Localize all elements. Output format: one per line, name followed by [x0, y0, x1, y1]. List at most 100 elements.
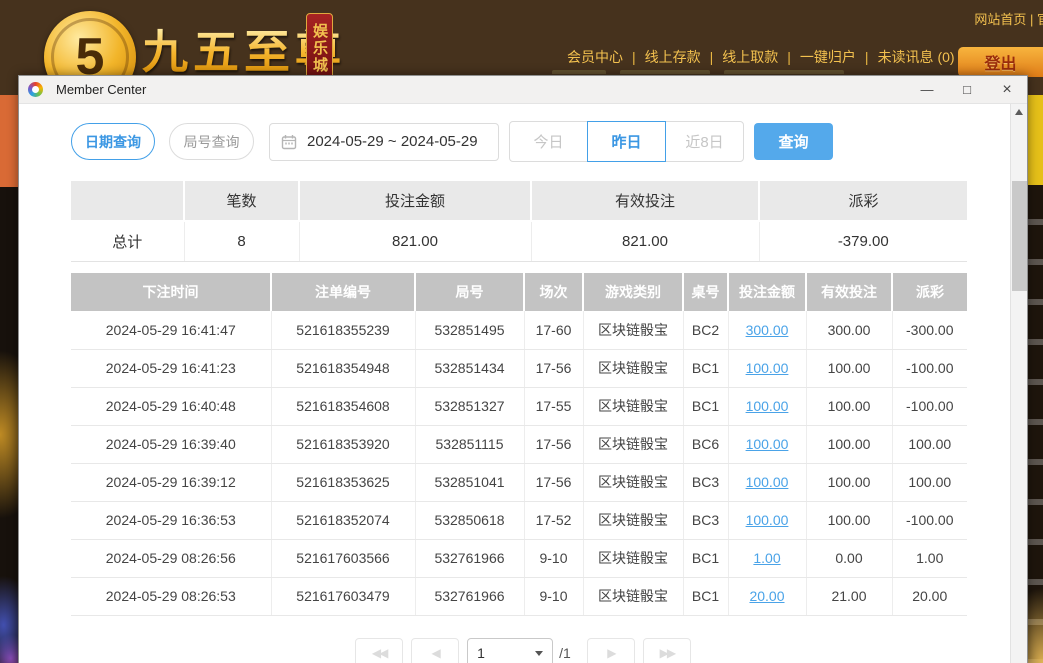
yesterday-button[interactable]: 昨日 — [587, 121, 666, 162]
last-page-button[interactable]: ▶▶ — [643, 638, 691, 663]
last8days-button[interactable]: 近8日 — [665, 121, 744, 162]
bg-left-accent — [0, 95, 18, 187]
window-controls: — □ × — [907, 76, 1027, 104]
minimize-button[interactable]: — — [907, 76, 947, 104]
top-links[interactable]: 网站首页 | 官 — [974, 9, 1043, 28]
table-number: BC3 — [683, 463, 728, 501]
maximize-button[interactable]: □ — [947, 76, 987, 104]
table-number: BC6 — [683, 425, 728, 463]
bet-amount-link[interactable]: 100.00 — [746, 512, 789, 528]
valid-bet: 100.00 — [806, 463, 892, 501]
bet-amount: 100.00 — [728, 501, 806, 539]
bet-amount-link[interactable]: 100.00 — [746, 474, 789, 490]
summary-bet-amount: 821.00 — [299, 221, 531, 261]
col-header-table-number: 桌号 — [683, 273, 728, 311]
page-select-value: 1 — [477, 645, 485, 661]
summary-header-cell: 笔数 — [184, 181, 299, 221]
bet-amount: 100.00 — [728, 349, 806, 387]
summary-header-row: 笔数投注金额有效投注派彩 — [71, 181, 967, 221]
summary-header-cell: 派彩 — [759, 181, 967, 221]
col-header-bet-amount: 投注金额 — [728, 273, 806, 311]
bet-time: 2024-05-29 16:39:12 — [71, 463, 271, 501]
table-row: 2024-05-29 08:26:53521617603479532761966… — [71, 577, 967, 615]
game-type: 区块链骰宝 — [583, 311, 683, 349]
bet-amount-link[interactable]: 100.00 — [746, 360, 789, 376]
valid-bet: 0.00 — [806, 539, 892, 577]
col-header-round-number: 局号 — [415, 273, 524, 311]
game-type: 区块链骰宝 — [583, 463, 683, 501]
order-number: 521618353625 — [271, 463, 415, 501]
table-number: BC3 — [683, 501, 728, 539]
bet-amount-link[interactable]: 20.00 — [749, 588, 784, 604]
bet-time: 2024-05-29 16:41:23 — [71, 349, 271, 387]
window-title: Member Center — [56, 82, 146, 97]
tab-round-query[interactable]: 局号查询 — [169, 123, 254, 160]
bg-right-accent — [1028, 95, 1043, 185]
nav-separator: | — [782, 49, 796, 65]
table-row: 2024-05-29 16:41:23521618354948532851434… — [71, 349, 967, 387]
table-row: 2024-05-29 16:40:48521618354608532851327… — [71, 387, 967, 425]
table-row: 2024-05-29 16:39:40521618353920532851115… — [71, 425, 967, 463]
bet-table-body: 2024-05-29 16:41:47521618355239532851495… — [71, 311, 967, 615]
window-content: 日期查询 局号查询 2024-05-29 ~ 2024-05-29 — [19, 104, 1027, 663]
bet-amount-link[interactable]: 300.00 — [746, 322, 789, 338]
bet-time: 2024-05-29 16:40:48 — [71, 387, 271, 425]
page-total-label: /1 — [559, 638, 571, 663]
valid-bet: 100.00 — [806, 387, 892, 425]
scrollbar-thumb[interactable] — [1012, 181, 1027, 291]
scroll-up-button[interactable] — [1011, 104, 1027, 120]
session: 17-56 — [524, 463, 583, 501]
today-button[interactable]: 今日 — [509, 121, 588, 162]
summary-total-label: 总计 — [71, 221, 184, 261]
summary-header-cell: 有效投注 — [531, 181, 759, 221]
bet-table-header-row: 下注时间注单编号局号场次游戏类别桌号投注金额有效投注派彩 — [71, 273, 967, 311]
summary-valid-bet: 821.00 — [531, 221, 759, 261]
window-app-icon — [28, 82, 43, 97]
round-number: 532851495 — [415, 311, 524, 349]
site-logo-badge: 娱乐城 — [306, 13, 333, 83]
payout: -100.00 — [892, 349, 967, 387]
bet-time: 2024-05-29 16:39:40 — [71, 425, 271, 463]
bet-amount-link[interactable]: 100.00 — [746, 436, 789, 452]
close-button[interactable]: × — [987, 76, 1027, 104]
bet-time: 2024-05-29 08:26:56 — [71, 539, 271, 577]
session: 17-56 — [524, 349, 583, 387]
nav-separator: | — [860, 49, 874, 65]
payout: -100.00 — [892, 387, 967, 425]
tab-date-query[interactable]: 日期查询 — [71, 123, 155, 160]
summary-header-cell: 投注金额 — [299, 181, 531, 221]
logout-button[interactable]: 登出 — [958, 47, 1043, 77]
first-page-button[interactable]: ◀◀ — [355, 638, 403, 663]
page-select[interactable]: 1 — [467, 638, 553, 663]
round-number: 532850618 — [415, 501, 524, 539]
bet-amount: 100.00 — [728, 387, 806, 425]
prev-page-button[interactable]: ◀ — [411, 638, 459, 663]
bet-amount-link[interactable]: 1.00 — [753, 550, 780, 566]
query-bar: 日期查询 局号查询 2024-05-29 ~ 2024-05-29 — [71, 121, 967, 162]
order-number: 521618354608 — [271, 387, 415, 425]
game-type: 区块链骰宝 — [583, 349, 683, 387]
session: 17-52 — [524, 501, 583, 539]
window-titlebar[interactable]: Member Center — □ × — [19, 76, 1027, 104]
table-number: BC1 — [683, 539, 728, 577]
bg-right-art — [1028, 185, 1043, 663]
round-number: 532851115 — [415, 425, 524, 463]
bet-amount-link[interactable]: 100.00 — [746, 398, 789, 414]
chevron-down-icon — [535, 651, 543, 656]
col-header-game-type: 游戏类别 — [583, 273, 683, 311]
payout: 100.00 — [892, 463, 967, 501]
date-range-input[interactable]: 2024-05-29 ~ 2024-05-29 — [269, 123, 499, 161]
table-row: 2024-05-29 16:41:47521618355239532851495… — [71, 311, 967, 349]
session: 9-10 — [524, 577, 583, 615]
session: 17-55 — [524, 387, 583, 425]
payout: -100.00 — [892, 501, 967, 539]
nav-separator: | — [705, 49, 719, 65]
table-number: BC1 — [683, 387, 728, 425]
search-button[interactable]: 查询 — [754, 123, 833, 160]
bet-amount: 100.00 — [728, 425, 806, 463]
pagination: ◀◀ ◀ 1 /1 ▶ ▶▶ — [19, 638, 1027, 663]
table-number: BC1 — [683, 349, 728, 387]
payout: 20.00 — [892, 577, 967, 615]
vertical-scrollbar[interactable] — [1010, 104, 1027, 663]
next-page-button[interactable]: ▶ — [587, 638, 635, 663]
